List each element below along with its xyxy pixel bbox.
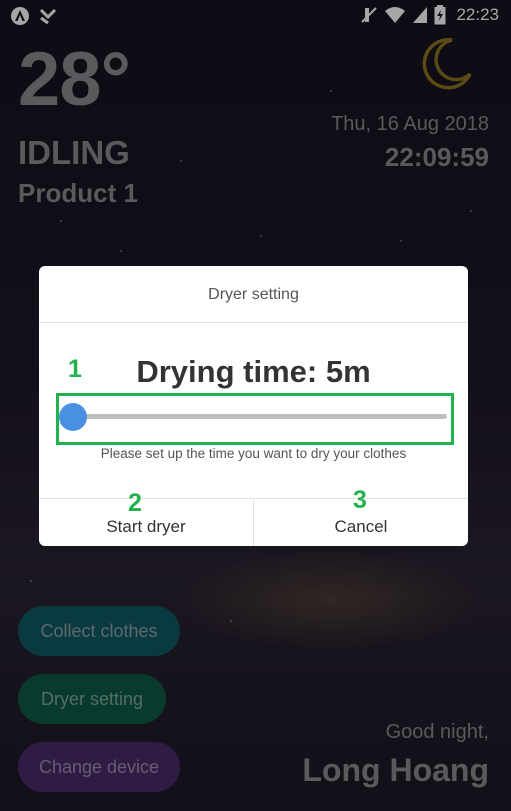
dialog-title: Dryer setting bbox=[39, 266, 468, 323]
annotation-3: 3 bbox=[353, 486, 367, 514]
drying-time-label: Drying time: 5m bbox=[136, 354, 371, 389]
slider-highlight-box bbox=[56, 393, 454, 445]
annotation-2: 2 bbox=[128, 489, 142, 517]
slider-hint: Please set up the time you want to dry y… bbox=[100, 446, 407, 461]
dialog-actions: Start dryer Cancel bbox=[39, 498, 468, 546]
start-dryer-button[interactable]: Start dryer bbox=[39, 499, 253, 546]
annotation-1: 1 bbox=[68, 355, 82, 383]
